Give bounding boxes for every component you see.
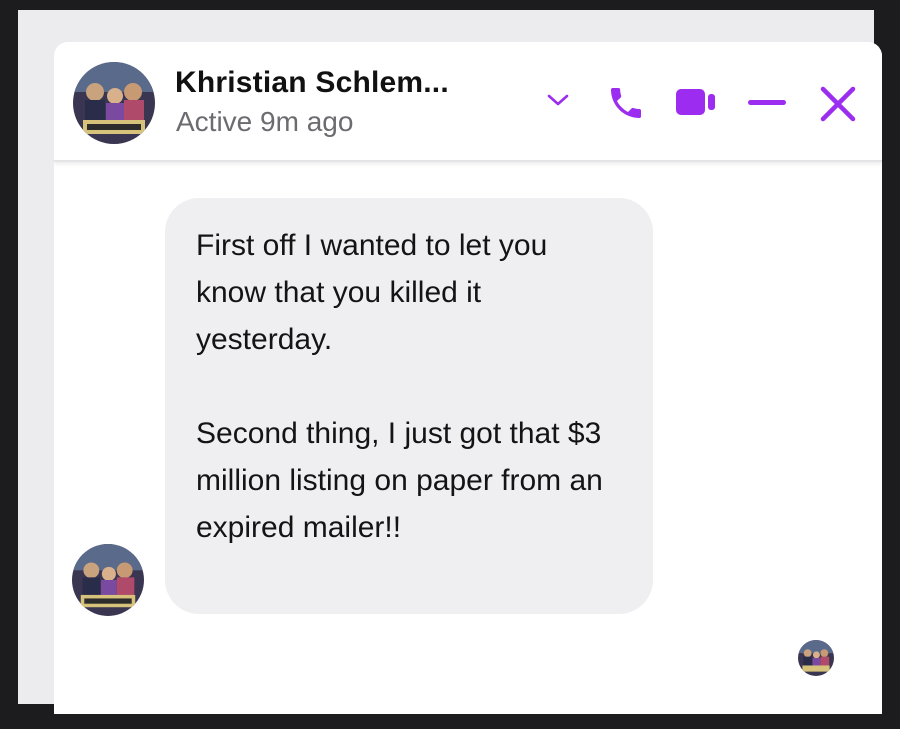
chevron-down-icon[interactable] [546,92,570,108]
video-camera-icon[interactable] [675,86,717,118]
chat-window: Khristian Schlem... Active 9m ago First … [54,42,882,714]
contact-status: Active 9m ago [176,106,354,137]
close-icon[interactable] [819,85,857,123]
message-paragraph: Second thing, I just got that $3 million… [196,417,603,544]
read-receipt-avatar [798,640,834,676]
phone-icon[interactable] [606,83,646,123]
screen-background: Khristian Schlem... Active 9m ago First … [18,10,882,714]
message-thread: First off I wanted to let you know that … [54,162,882,714]
message-paragraph: First off I wanted to let you know that … [196,229,548,356]
contact-name[interactable]: Khristian Schlem... [175,66,449,100]
contact-avatar[interactable] [73,62,155,144]
minimize-icon[interactable] [748,100,786,106]
chat-header: Khristian Schlem... Active 9m ago [54,42,882,162]
sender-avatar[interactable] [72,544,144,616]
message-bubble[interactable]: First off I wanted to let you know that … [165,198,653,614]
